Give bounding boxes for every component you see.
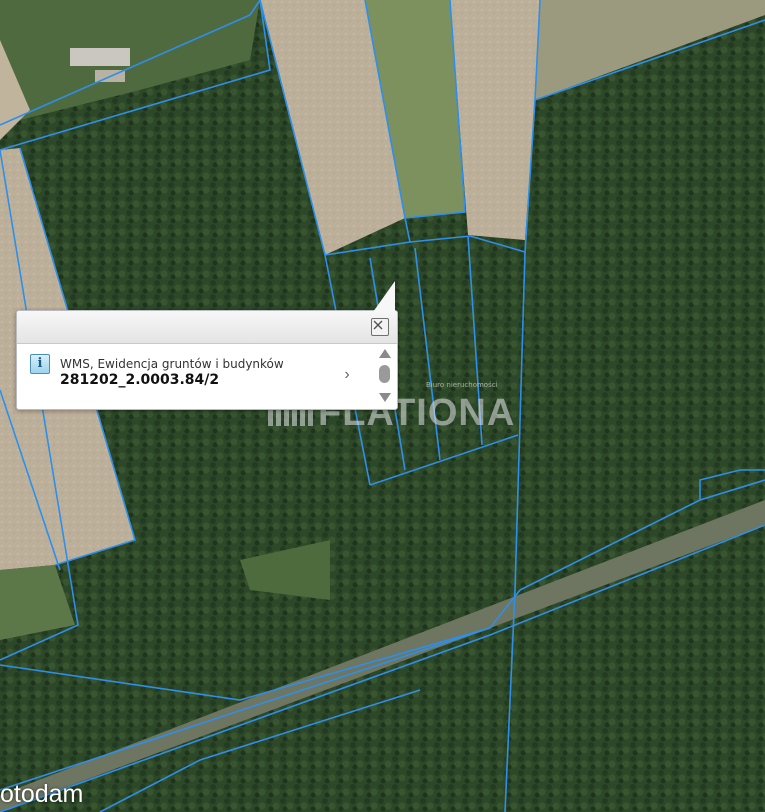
scroll-thumb[interactable] <box>379 365 390 383</box>
close-icon <box>373 320 383 330</box>
layer-name: WMS, Ewidencja gruntów i budynków <box>60 357 284 371</box>
popup-header <box>17 311 397 344</box>
otodam-logo: otodam <box>0 780 84 808</box>
scroll-up-arrow[interactable] <box>379 349 391 358</box>
farm-building <box>70 48 130 66</box>
parcel-id: 281202_2.0003.84/2 <box>60 372 220 388</box>
scroll-down-arrow[interactable] <box>379 393 391 402</box>
feature-info-popup: i WMS, Ewidencja gruntów i budynków 2812… <box>16 281 398 410</box>
satellite-map[interactable]: FLATIONA Biuro nieruchomości otodam i WM… <box>0 0 765 812</box>
info-icon: i <box>30 354 50 374</box>
popup-scrollbar[interactable] <box>377 347 393 405</box>
close-button[interactable] <box>371 318 389 336</box>
popup-pointer <box>373 281 395 312</box>
next-result-button[interactable]: › <box>340 367 354 383</box>
watermark-sub-label: Biuro nieruchomości <box>426 381 498 389</box>
